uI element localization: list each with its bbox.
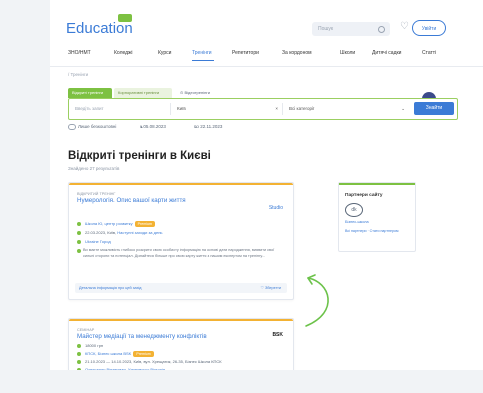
card-price-text: 18000 грн [85, 343, 104, 348]
date-to-value: по 22.11.2023 [194, 124, 223, 129]
premium-badge: Premium [134, 221, 155, 227]
header-divider [50, 66, 483, 67]
building-icon [77, 222, 81, 226]
location-icon [77, 230, 81, 235]
nav-item-colleges[interactable]: Коледжі [114, 50, 133, 56]
card-date-text: 21.10.2023 — 14.10.2023, Київ, вул. Хрещ… [85, 359, 222, 364]
filter-category-select[interactable]: Всі категорії ⌄ [285, 103, 411, 115]
provider-logo[interactable]: Studio [269, 205, 283, 211]
card-price: 18000 грн [77, 343, 103, 348]
card-kicker: Семінар [77, 328, 95, 332]
site-logo[interactable]: Education [66, 14, 133, 37]
card-accent-bar [69, 183, 293, 185]
page-title: Відкриті тренінги в Києві [68, 150, 211, 162]
city-value: Київ [177, 106, 186, 111]
provider-link[interactable]: КПСК, Бізнес школа BSK [85, 351, 131, 356]
card-date: 22.03.2023, Київ, Наступні заходи за ден… [77, 230, 163, 235]
login-button[interactable]: Увійти [412, 20, 446, 36]
breadcrumb[interactable]: / Тренінги [68, 72, 88, 77]
filter-query-input[interactable]: Введіть запит [71, 103, 171, 115]
card-title[interactable]: Майстер медіації та менеджменту конфлікт… [77, 333, 207, 340]
sidebar-accent-bar [339, 183, 415, 185]
date-from-field[interactable]: ▫ з 05.08.2023 ⌄ [140, 124, 166, 130]
chevron-down-icon: ⌄ [401, 106, 405, 111]
bottom-fade [0, 370, 483, 393]
card-save-button[interactable]: ♡ Зберегти [261, 283, 281, 293]
free-only-label: Лише безкоштовні [78, 124, 117, 129]
price-icon [77, 343, 81, 348]
provider-link[interactable]: Школа Ю, центр розвитку [85, 221, 133, 226]
nav-item-abroad[interactable]: За кордоном [282, 50, 312, 56]
tab-corporate-trainings[interactable]: Корпоративні тренінги [114, 88, 172, 98]
person-icon [77, 239, 81, 244]
favorites-heart-icon[interactable]: ♡ [400, 21, 409, 32]
card-footer: Детальна інформація про цей захід ♡ Збер… [75, 283, 287, 293]
card-date: 21.10.2023 — 14.10.2023, Київ, вул. Хрещ… [77, 359, 222, 364]
nav-item-trainings[interactable]: Тренінги [192, 50, 212, 56]
card-title[interactable]: Нумерологія. Опис вашої карти життя [77, 197, 186, 204]
filter-bar: Введіть запит Київ × Всі категорії ⌄ Знайт… [68, 98, 458, 120]
card-accent-bar [69, 319, 293, 321]
sidebar-title: Партнери сайту [345, 193, 383, 198]
partner-logo[interactable]: dk [345, 203, 363, 217]
info-icon [77, 248, 81, 253]
date-to-field[interactable]: по 22.11.2023 ⌄ [194, 124, 222, 130]
premium-badge: Premium [133, 351, 154, 357]
nav-item-articles[interactable]: Статті [422, 50, 436, 56]
graduation-cap-icon [118, 14, 132, 22]
partner-name[interactable]: Бізнес-школа [345, 220, 369, 224]
results-count: Знайдено 27 результатів [68, 166, 120, 171]
nav-item-kindergartens[interactable]: Дитячі садки [372, 50, 401, 56]
annotation-arrow-icon [305, 274, 329, 327]
training-card[interactable]: Відкритий тренінг Нумерологія. Опис вашо… [68, 182, 294, 300]
provider-logo[interactable]: BSK [272, 332, 283, 338]
nav-item-tutors[interactable]: Репетитори [232, 50, 259, 56]
breadcrumb-current: Тренінги [70, 72, 89, 77]
card-details-link[interactable]: Детальна інформація про цей захід [79, 283, 142, 293]
building-icon [77, 352, 81, 356]
page: Education Пошук ♡ Увійти ЗНО/НМТ Коледжі… [50, 0, 483, 393]
location-icon [77, 359, 81, 364]
tab-video-label: Відеотренінги [184, 90, 211, 95]
card-kicker: Відкритий тренінг [77, 192, 116, 196]
free-only-toggle[interactable] [68, 124, 76, 130]
card-date-link[interactable]: Наступні заходи за день [117, 230, 162, 235]
card-description: Ви маєте можливість глибоко розкрити сво… [83, 248, 275, 258]
date-from-value: з 05.08.2023 [140, 124, 166, 129]
card-place: Ukraine Город [77, 239, 111, 244]
partners-sidebar: Партнери сайту dk Бізнес-школа Всі партн… [338, 182, 416, 252]
category-value: Всі категорії [289, 106, 315, 111]
main-nav: ЗНО/НМТ Коледжі Курси Тренінги Репетитор… [68, 50, 483, 62]
logo-text: Education [66, 20, 133, 37]
all-partners-link[interactable]: Всі партнери · Стати партнером [345, 229, 398, 233]
card-date-text: 22.03.2023, Київ, [85, 230, 117, 235]
nav-item-courses[interactable]: Курси [158, 50, 171, 56]
filter-city-select[interactable]: Київ × [173, 103, 283, 115]
save-label: Зберегти [264, 286, 281, 290]
tab-video-trainings[interactable]: ⊙ Відеотренінги [176, 88, 226, 98]
nav-item-zno[interactable]: ЗНО/НМТ [68, 50, 91, 56]
search-placeholder: Пошук [318, 26, 334, 32]
tab-open-trainings[interactable]: Відкриті тренінги [68, 88, 112, 98]
city-clear-icon[interactable]: × [275, 103, 278, 115]
card-provider: КПСК, Бізнес школа BSK Premium [77, 351, 154, 357]
search-icon [378, 26, 385, 33]
card-provider: Школа Ю, центр розвитку Premium [77, 221, 155, 227]
header-search-input[interactable]: Пошук [312, 22, 390, 36]
nav-active-underline [192, 60, 214, 61]
filter-submit-button[interactable]: Знайти [414, 102, 454, 115]
nav-item-schools[interactable]: Школи [340, 50, 355, 56]
card-place-link[interactable]: Ukraine Город [85, 239, 111, 244]
